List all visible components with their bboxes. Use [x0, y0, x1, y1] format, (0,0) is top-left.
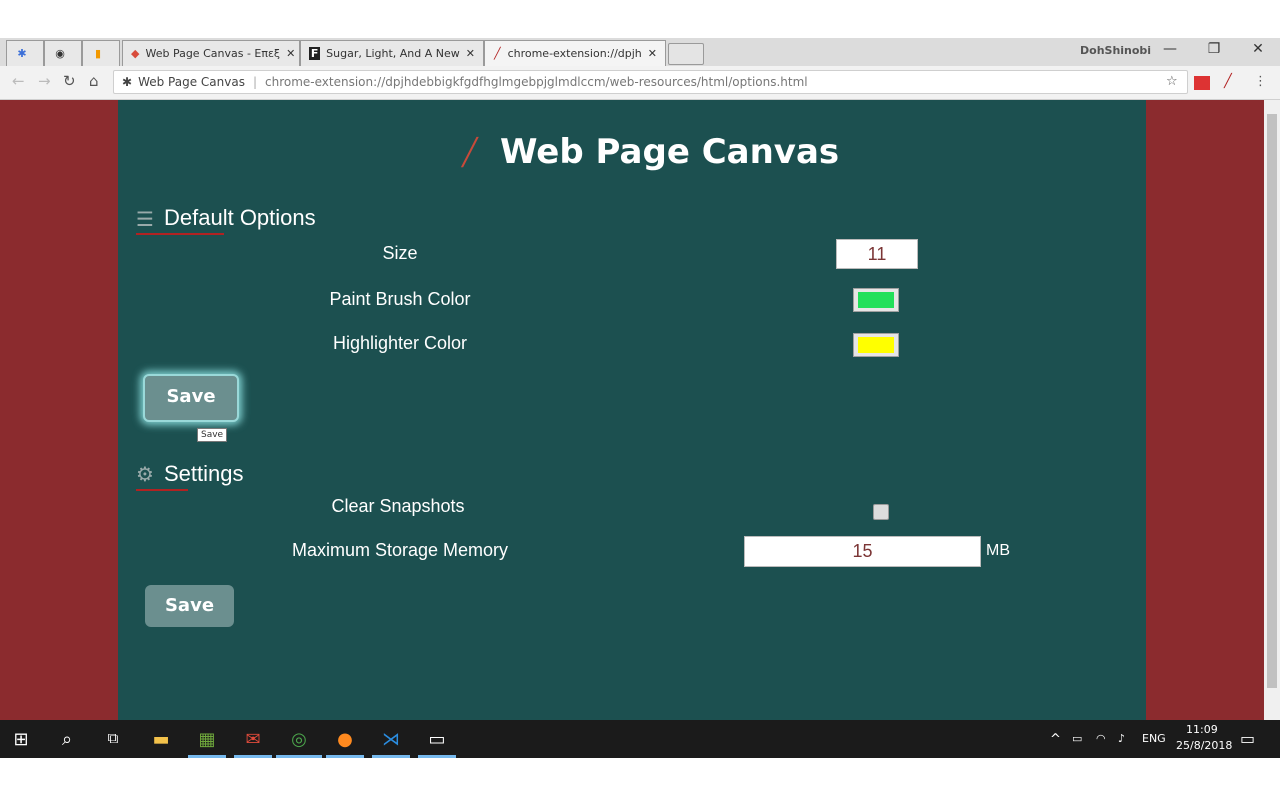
tab-close-button[interactable]: ✕ [642, 47, 657, 60]
running-indicator [276, 755, 322, 758]
search-icon[interactable]: ⌕ [52, 729, 82, 750]
site-name: Web Page Canvas [138, 75, 245, 89]
clear-snapshots-checkbox[interactable] [873, 504, 889, 520]
back-button[interactable]: ← [12, 72, 25, 90]
running-indicator [418, 755, 456, 758]
tab-analytics[interactable]: ▮ [82, 40, 120, 66]
puzzle-icon: ✱ [122, 75, 133, 89]
sliders-icon: ☰ [136, 207, 154, 231]
options-panel [118, 100, 1146, 720]
color-swatch [858, 337, 894, 353]
color-swatch [858, 292, 894, 308]
running-indicator [326, 755, 364, 758]
paint-brush-color-picker[interactable] [853, 288, 899, 312]
wifi-icon[interactable]: ◠ [1096, 732, 1106, 745]
chrome-icon[interactable]: ◎ [284, 729, 314, 750]
volume-icon[interactable]: ♪ [1118, 732, 1125, 745]
tab-label: Sugar, Light, And A New [326, 47, 460, 60]
home-button[interactable]: ⌂ [89, 72, 99, 90]
tab-close-button[interactable]: ✕ [460, 47, 475, 60]
maximum-storage-label: Maximum Storage Memory [291, 540, 509, 560]
default-options-heading: Default Options [164, 205, 316, 230]
tab-close-button[interactable]: ✕ [280, 47, 295, 60]
highlighter-color-label: Highlighter Color [332, 333, 468, 353]
firefox-icon[interactable]: ● [330, 729, 360, 750]
taskbar: ⊞ ⌕ ⧉ ▬ ▦ ✉ ◎ ● ⋊ ▭ ^ ▭ ◠ ♪ ENG 11:09 25… [0, 720, 1280, 758]
heading-underline [136, 489, 188, 491]
clear-snapshots-label: Clear Snapshots [331, 496, 465, 516]
clock-time[interactable]: 11:09 [1186, 723, 1218, 736]
storage-unit: MB [986, 542, 1010, 559]
puzzle-icon: ✱ [17, 47, 27, 60]
tab-options-active[interactable]: ╱ chrome-extension://dpjh ✕ [484, 40, 666, 66]
brush-extension-icon[interactable]: ╱ [1224, 74, 1232, 89]
tab-strip: ✱ ◉ ▮ ◆ Web Page Canvas - Επεξ ✕ F Sugar… [0, 38, 1280, 66]
bookmark-star-icon[interactable]: ☆ [1166, 74, 1178, 89]
minimize-button[interactable]: — [1150, 41, 1190, 57]
omnibox-separator: | [252, 75, 257, 89]
tab-sugar-light[interactable]: F Sugar, Light, And A New ✕ [300, 40, 484, 66]
maximum-storage-input[interactable]: 15 [744, 536, 981, 567]
save-tooltip: Save [197, 428, 228, 442]
address-bar[interactable]: ✱ Web Page Canvas | chrome-extension://d… [113, 70, 1188, 94]
task-view-icon[interactable]: ⧉ [98, 729, 128, 747]
vscode-icon[interactable]: ⋊ [376, 729, 406, 750]
close-window-button[interactable]: ✕ [1238, 41, 1278, 57]
gear-icon: ⚙ [136, 462, 154, 486]
url-text: chrome-extension://dpjhdebbigkfgdfhglmge… [265, 75, 808, 89]
file-explorer-icon[interactable]: ▬ [146, 729, 176, 750]
github-icon: ◉ [55, 47, 65, 60]
tab-label: chrome-extension://dpjh [507, 47, 642, 60]
notification-icon[interactable]: ▭ [1240, 729, 1255, 748]
tab-label: Web Page Canvas - Επεξ [145, 47, 281, 60]
running-indicator [188, 755, 226, 758]
analytics-icon: ▮ [94, 47, 102, 60]
f-icon: F [309, 47, 321, 60]
running-indicator [372, 755, 410, 758]
forward-button[interactable]: → [38, 72, 51, 90]
tab-web-page-canvas[interactable]: ◆ Web Page Canvas - Επεξ ✕ [122, 40, 300, 66]
save-default-options-button[interactable]: Save [143, 374, 239, 422]
app-icon[interactable]: ▦ [192, 729, 222, 750]
browser-toolbar: ← → ↻ ⌂ ✱ Web Page Canvas | chrome-exten… [0, 66, 1280, 100]
chevron-up-icon[interactable]: ^ [1050, 732, 1061, 747]
settings-heading: Settings [164, 461, 244, 486]
mail-icon[interactable]: ✉ [238, 729, 268, 750]
size-label: Size [382, 243, 418, 263]
extension-icon[interactable] [1194, 76, 1210, 90]
tab-extensions[interactable]: ✱ [6, 40, 44, 66]
battery-icon[interactable]: ▭ [1072, 732, 1082, 745]
brush-icon: ╱ [493, 47, 501, 60]
running-indicator [234, 755, 272, 758]
notepad-icon[interactable]: ▭ [422, 729, 452, 750]
profile-button[interactable]: DohShinobi [1080, 44, 1151, 57]
scrollbar-thumb[interactable] [1267, 114, 1277, 688]
size-input[interactable]: 11 [836, 239, 918, 269]
tab-github[interactable]: ◉ [44, 40, 82, 66]
menu-icon[interactable]: ⋮ [1254, 74, 1267, 89]
new-tab-button[interactable] [668, 43, 704, 65]
language-indicator[interactable]: ENG [1142, 732, 1166, 745]
start-windows-icon[interactable]: ⊞ [6, 729, 36, 750]
clock-date[interactable]: 25/8/2018 [1176, 739, 1232, 752]
restore-button[interactable]: ❐ [1194, 41, 1234, 57]
page-title: Web Page Canvas [500, 132, 840, 172]
brush-icon: ╱ [462, 138, 478, 168]
paint-icon: ◆ [131, 47, 140, 60]
paint-brush-color-label: Paint Brush Color [329, 289, 471, 309]
heading-underline [136, 233, 224, 235]
save-settings-button[interactable]: Save [145, 585, 234, 627]
reload-button[interactable]: ↻ [63, 72, 76, 90]
highlighter-color-picker[interactable] [853, 333, 899, 357]
